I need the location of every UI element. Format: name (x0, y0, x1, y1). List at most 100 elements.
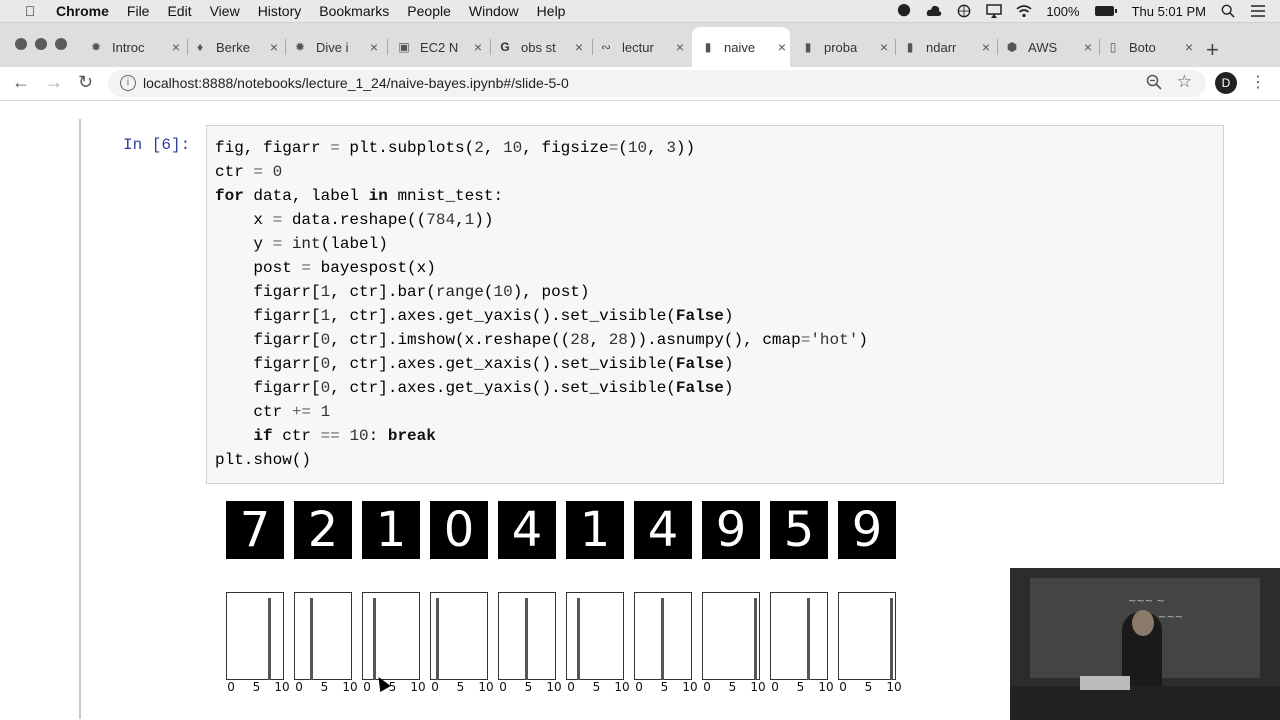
tab-9[interactable]: ⬢ AWS × (1004, 31, 1096, 63)
close-icon[interactable]: × (575, 39, 583, 55)
desk (1010, 686, 1280, 720)
posterior-bar (524, 598, 528, 680)
zoom-window-button[interactable] (55, 38, 67, 50)
apple-icon[interactable]:  (20, 3, 40, 19)
globe-icon[interactable] (956, 4, 972, 18)
tab-0[interactable]: ✹ Introc × (88, 31, 184, 63)
close-icon[interactable]: × (880, 39, 888, 55)
bookmark-star-icon[interactable]: ☆ (1177, 72, 1192, 92)
code-text[interactable]: fig, figarr = plt.subplots(2, 10, figsiz… (215, 136, 868, 472)
code-line[interactable]: ctr = 0 (215, 160, 868, 184)
notebook-icon: ▮ (906, 40, 914, 54)
berkeley-icon: ♦ (196, 40, 204, 54)
tab-1[interactable]: ♦ Berke × (192, 31, 282, 63)
tab-5[interactable]: ∾ lectur × (598, 31, 688, 63)
notebook-icon: ▮ (704, 40, 712, 54)
posterior-bar-plot (702, 592, 760, 680)
mnist-digit-image: 0 (430, 501, 488, 559)
menu-help[interactable]: Help (537, 3, 566, 19)
tick-label: 0 (703, 680, 711, 694)
posterior-bar-plot (294, 592, 352, 680)
digit-glyph: 5 (783, 502, 815, 558)
menu-bookmarks[interactable]: Bookmarks (319, 3, 389, 19)
close-icon[interactable]: × (172, 39, 180, 55)
close-icon[interactable]: × (270, 39, 278, 55)
close-window-button[interactable] (15, 38, 27, 50)
mnist-digit-image: 9 (838, 501, 896, 559)
code-line[interactable]: plt.show() (215, 448, 868, 472)
tab-10[interactable]: ▯ Boto × (1105, 31, 1197, 63)
profile-avatar[interactable]: D (1215, 72, 1237, 94)
close-icon[interactable]: × (474, 39, 482, 55)
posterior-bar (806, 598, 810, 680)
reload-icon[interactable]: ↻ (78, 72, 93, 93)
macos-menu-bar:  Chrome File Edit View History Bookmark… (0, 0, 1280, 23)
code-line[interactable]: figarr[1, ctr].bar(range(10), post) (215, 280, 868, 304)
tab-title: Dive i (316, 39, 349, 55)
battery-icon[interactable] (1094, 5, 1118, 17)
close-icon[interactable]: × (370, 39, 378, 55)
tab-2[interactable]: ✹ Dive i × (292, 31, 382, 63)
notification-center-icon[interactable] (1250, 4, 1266, 18)
code-line[interactable]: ctr += 1 (215, 400, 868, 424)
tab-7[interactable]: ▮ proba × (800, 31, 892, 63)
code-line[interactable]: figarr[0, ctr].imshow(x.reshape((28, 28)… (215, 328, 868, 352)
code-line[interactable]: for data, label in mnist_test: (215, 184, 868, 208)
code-line[interactable]: x = data.reshape((784,1)) (215, 208, 868, 232)
code-line[interactable]: fig, figarr = plt.subplots(2, 10, figsiz… (215, 136, 868, 160)
chalk-scribble: ~~~ ~ (1128, 596, 1165, 607)
more-menu-icon[interactable]: ⋮ (1250, 72, 1266, 92)
code-line[interactable]: if ctr == 10: break (215, 424, 868, 448)
address-bar[interactable]: i localhost:8888/notebooks/lecture_1_24/… (108, 70, 1206, 97)
url-text[interactable]: localhost:8888/notebooks/lecture_1_24/na… (143, 75, 569, 91)
mnist-digit-image: 1 (566, 501, 624, 559)
code-line[interactable]: figarr[0, ctr].axes.get_xaxis().set_visi… (215, 352, 868, 376)
tab-6-active[interactable]: ▮ naive × (692, 27, 790, 67)
code-line[interactable]: figarr[1, ctr].axes.get_yaxis().set_visi… (215, 304, 868, 328)
close-icon[interactable]: × (676, 39, 684, 55)
posterior-bar-plot (770, 592, 828, 680)
code-line[interactable]: figarr[0, ctr].axes.get_yaxis().set_visi… (215, 376, 868, 400)
airplay-icon[interactable] (986, 4, 1003, 18)
new-tab-icon[interactable]: + (1206, 37, 1219, 63)
mnist-digit-image: 1 (362, 501, 420, 559)
menu-history[interactable]: History (258, 3, 302, 19)
tick-label: 0 (567, 680, 575, 694)
menu-people[interactable]: People (407, 3, 451, 19)
tick-label: 5 (864, 680, 873, 694)
tick-label: 5 (796, 680, 805, 694)
code-line[interactable]: y = int(label) (215, 232, 868, 256)
tab-8[interactable]: ▮ ndarr × (902, 31, 994, 63)
tick-label: 0 (635, 680, 643, 694)
close-icon[interactable]: × (778, 39, 786, 55)
notebook-icon: ▮ (804, 40, 812, 54)
close-icon[interactable]: × (982, 39, 990, 55)
cloud-upload-icon[interactable] (926, 4, 942, 18)
close-icon[interactable]: × (1084, 39, 1092, 55)
laptop (1080, 676, 1130, 690)
posterior-bar (577, 598, 581, 680)
close-icon[interactable]: × (1185, 39, 1193, 55)
tab-4[interactable]: G obs st × (497, 31, 587, 63)
tab-strip: ✹ Introc × ♦ Berke × ✹ Dive i × ▣ EC2 N … (0, 23, 1280, 67)
jupyter-icon: ∾ (600, 40, 612, 54)
menu-view[interactable]: View (210, 3, 240, 19)
clock[interactable]: Thu 5:01 PM (1132, 4, 1206, 19)
menu-window[interactable]: Window (469, 3, 519, 19)
menu-file[interactable]: File (127, 3, 150, 19)
wifi-icon[interactable] (1016, 4, 1032, 18)
minimize-window-button[interactable] (35, 38, 47, 50)
code-editor[interactable]: fig, figarr = plt.subplots(2, 10, figsiz… (206, 125, 1224, 484)
back-arrow-icon[interactable]: ← (12, 72, 30, 93)
info-icon[interactable]: i (120, 75, 136, 91)
menu-edit[interactable]: Edit (167, 3, 191, 19)
spotlight-search-icon[interactable] (1220, 4, 1236, 18)
zoom-icon[interactable] (1146, 74, 1162, 93)
forward-arrow-icon[interactable]: → (45, 72, 63, 93)
menu-app-name[interactable]: Chrome (56, 3, 109, 19)
google-icon: G (500, 40, 510, 54)
tab-3[interactable]: ▣ EC2 N × (396, 31, 486, 63)
obs-icon[interactable] (896, 4, 912, 18)
code-line[interactable]: post = bayespost(x) (215, 256, 868, 280)
tab-title: ndarr (926, 39, 957, 55)
